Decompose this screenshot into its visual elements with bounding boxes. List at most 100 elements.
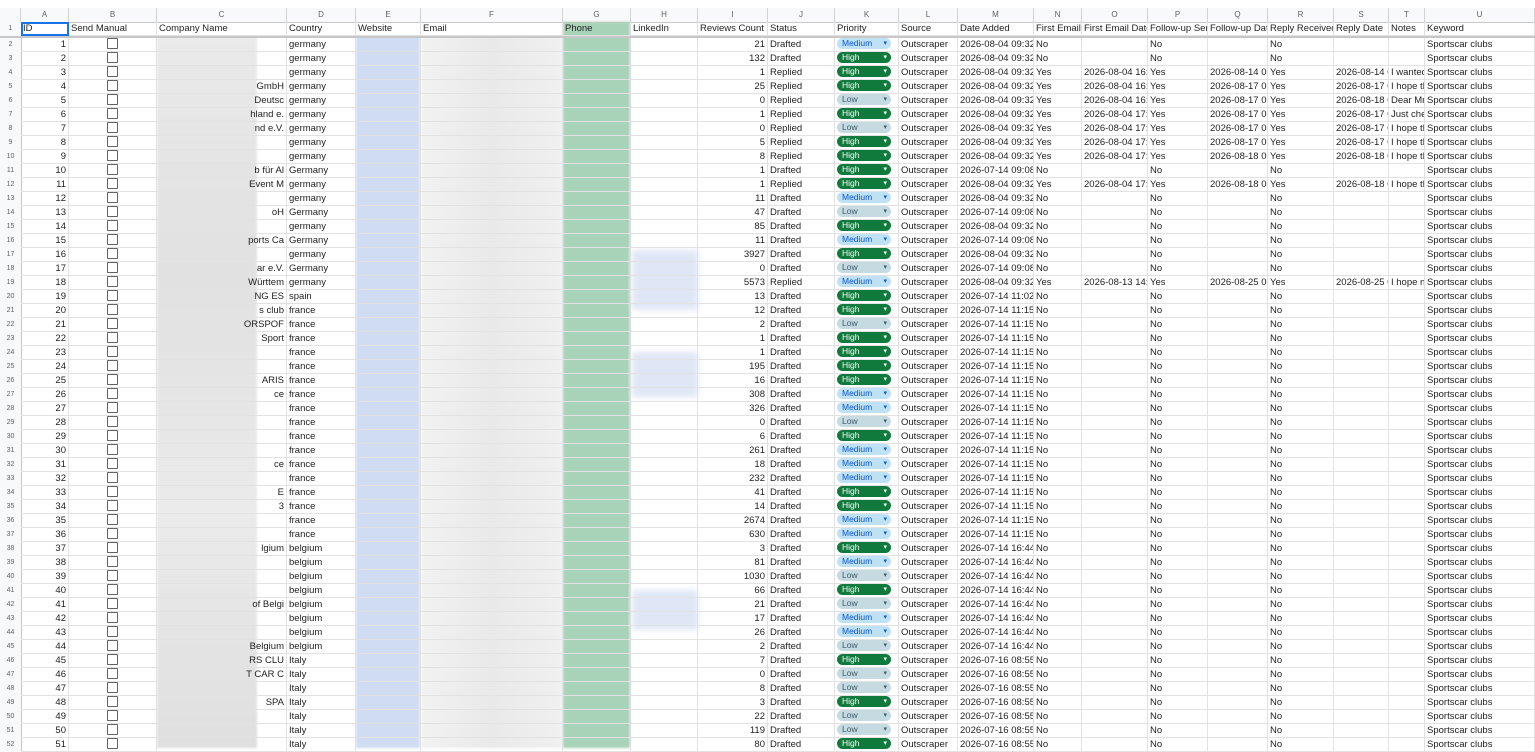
cell-source[interactable]: Outscraper [899, 332, 958, 346]
cell-replyDate[interactable] [1334, 640, 1389, 654]
cell-company[interactable]: Württem [157, 276, 287, 290]
priority-chip[interactable]: High ▾ [837, 654, 891, 666]
cell-reviews[interactable]: 21 [698, 38, 768, 52]
cell-status[interactable]: Drafted [768, 570, 835, 584]
cell-reviews[interactable]: 41 [698, 486, 768, 500]
cell-country[interactable]: Italy [287, 724, 356, 738]
cell-priority[interactable]: Low ▾ [835, 416, 899, 430]
cell-fuDate[interactable] [1208, 52, 1268, 66]
cell-id[interactable]: 30 [21, 444, 69, 458]
priority-chip[interactable]: High ▾ [837, 136, 891, 148]
priority-chip[interactable]: High ▾ [837, 346, 891, 358]
cell-phone[interactable] [563, 178, 631, 192]
cell-reviews[interactable]: 3927 [698, 248, 768, 262]
row-number[interactable]: 19 [0, 276, 22, 290]
cell-source[interactable]: Outscraper [899, 38, 958, 52]
cell-company[interactable]: of Belgi [157, 598, 287, 612]
cell-fuDate[interactable]: 2026-08-17 08 [1208, 122, 1268, 136]
cell-phone[interactable] [563, 682, 631, 696]
cell-priority[interactable]: Low ▾ [835, 640, 899, 654]
cell-status[interactable]: Drafted [768, 262, 835, 276]
cell-replyDate[interactable] [1334, 542, 1389, 556]
cell-website[interactable] [356, 262, 421, 276]
row-number[interactable]: 9 [0, 136, 22, 150]
cell-status[interactable]: Drafted [768, 318, 835, 332]
cell-phone[interactable] [563, 388, 631, 402]
cell-phone[interactable] [563, 374, 631, 388]
cell-replyDate[interactable] [1334, 430, 1389, 444]
cell-reviews[interactable]: 1 [698, 164, 768, 178]
cell-status[interactable]: Drafted [768, 654, 835, 668]
cell-status[interactable]: Drafted [768, 234, 835, 248]
cell-email[interactable] [421, 626, 563, 640]
cell-notes[interactable] [1389, 402, 1425, 416]
header-cell-reviews[interactable]: Reviews Count [698, 22, 768, 36]
send-manual-checkbox[interactable] [107, 108, 118, 120]
cell-priority[interactable]: Medium ▾ [835, 192, 899, 206]
cell-firstDate[interactable] [1082, 388, 1148, 402]
send-manual-checkbox[interactable] [107, 500, 118, 512]
cell-phone[interactable] [563, 318, 631, 332]
cell-reviews[interactable]: 25 [698, 80, 768, 94]
cell-replyDate[interactable] [1334, 402, 1389, 416]
row-number[interactable]: 23 [0, 332, 22, 346]
cell-fuDate[interactable] [1208, 556, 1268, 570]
cell-fuDate[interactable] [1208, 486, 1268, 500]
column-letter-A[interactable]: A [21, 8, 69, 22]
cell-firstDate[interactable] [1082, 248, 1148, 262]
cell-priority[interactable]: Low ▾ [835, 122, 899, 136]
send-manual-checkbox[interactable] [107, 668, 118, 680]
cell-date[interactable]: 2026-08-04 09:32 [958, 136, 1034, 150]
cell-first[interactable]: No [1034, 500, 1082, 514]
cell-fuDate[interactable] [1208, 542, 1268, 556]
cell-company[interactable]: nd e.V. [157, 122, 287, 136]
caret-down-icon[interactable]: ▾ [883, 500, 887, 511]
cell-company[interactable] [157, 346, 287, 360]
cell-company[interactable]: s club [157, 304, 287, 318]
cell-email[interactable] [421, 206, 563, 220]
cell-first[interactable]: No [1034, 234, 1082, 248]
cell-first[interactable]: No [1034, 528, 1082, 542]
cell-country[interactable]: france [287, 486, 356, 500]
cell-keyword[interactable]: Sportscar clubs [1425, 80, 1535, 94]
cell-email[interactable] [421, 38, 563, 52]
cell-country[interactable]: france [287, 360, 356, 374]
cell-fu[interactable]: No [1148, 416, 1208, 430]
cell-firstDate[interactable]: 2026-08-04 17: [1082, 122, 1148, 136]
priority-chip[interactable]: High ▾ [837, 52, 891, 64]
priority-chip[interactable]: Medium ▾ [837, 626, 891, 638]
cell-reviews[interactable]: 1 [698, 66, 768, 80]
cell-email[interactable] [421, 472, 563, 486]
cell-firstDate[interactable]: 2026-08-13 14: [1082, 276, 1148, 290]
column-letter-T[interactable]: T [1389, 8, 1425, 22]
caret-down-icon[interactable]: ▾ [883, 402, 887, 413]
cell-priority[interactable]: High ▾ [835, 584, 899, 598]
cell-company[interactable] [157, 556, 287, 570]
cell-id[interactable]: 47 [21, 682, 69, 696]
cell-first[interactable]: No [1034, 682, 1082, 696]
cell-reviews[interactable]: 16 [698, 374, 768, 388]
cell-first[interactable]: No [1034, 556, 1082, 570]
cell-company[interactable]: SPA [157, 696, 287, 710]
cell-website[interactable] [356, 430, 421, 444]
cell-date[interactable]: 2026-07-14 11:15 [958, 458, 1034, 472]
cell-priority[interactable]: Medium ▾ [835, 514, 899, 528]
cell-status[interactable]: Drafted [768, 52, 835, 66]
cell-firstDate[interactable] [1082, 430, 1148, 444]
cell-keyword[interactable]: Sportscar clubs [1425, 318, 1535, 332]
cell-priority[interactable]: High ▾ [835, 430, 899, 444]
column-letter-E[interactable]: E [356, 8, 421, 22]
cell-fuDate[interactable]: 2026-08-18 08 [1208, 178, 1268, 192]
cell-company[interactable] [157, 724, 287, 738]
cell-keyword[interactable]: Sportscar clubs [1425, 542, 1535, 556]
cell-email[interactable] [421, 220, 563, 234]
cell-country[interactable]: belgium [287, 640, 356, 654]
cell-replyDate[interactable] [1334, 248, 1389, 262]
cell-date[interactable]: 2026-08-04 09:32 [958, 248, 1034, 262]
cell-send[interactable] [69, 388, 157, 402]
cell-email[interactable] [421, 444, 563, 458]
cell-first[interactable]: Yes [1034, 150, 1082, 164]
cell-company[interactable]: b für Al [157, 164, 287, 178]
cell-first[interactable]: No [1034, 430, 1082, 444]
cell-source[interactable]: Outscraper [899, 164, 958, 178]
